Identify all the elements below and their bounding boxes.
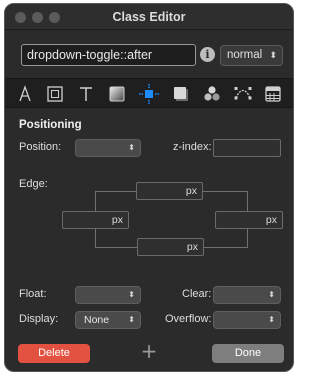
shadow-box-icon[interactable] bbox=[170, 83, 192, 105]
chevron-updown-icon: ⬍ bbox=[268, 290, 275, 299]
overflow-label: Overflow: bbox=[165, 313, 212, 325]
state-select-value: normal bbox=[227, 49, 263, 61]
background-gradient-icon[interactable] bbox=[106, 83, 128, 105]
state-select[interactable]: normal ⬍ bbox=[220, 45, 283, 66]
overflow-select[interactable]: ⬍ bbox=[213, 311, 281, 329]
edge-left-input[interactable]: px bbox=[62, 211, 129, 229]
edge-bottom-input[interactable]: px bbox=[137, 238, 204, 256]
transform-bezier-icon[interactable] bbox=[232, 83, 254, 105]
position-label: Position: bbox=[19, 141, 62, 153]
edge-right-input[interactable]: px bbox=[215, 211, 283, 229]
info-icon[interactable]: i bbox=[200, 47, 215, 62]
zindex-label: z-index: bbox=[173, 141, 212, 153]
typography-tool-icon[interactable] bbox=[14, 83, 36, 105]
title-bar: Class Editor bbox=[5, 4, 293, 30]
float-label: Float: bbox=[19, 288, 47, 300]
position-select[interactable]: ⬍ bbox=[75, 139, 141, 157]
clear-select[interactable]: ⬍ bbox=[213, 286, 281, 304]
section-title: Positioning bbox=[19, 119, 82, 131]
class-editor-window: Class Editor dropdown-toggle::after i no… bbox=[4, 3, 294, 372]
add-plus-icon[interactable]: + bbox=[139, 340, 159, 362]
edge-top-input[interactable]: px bbox=[136, 182, 203, 200]
positioning-crosshair-icon[interactable] bbox=[138, 83, 160, 105]
delete-button[interactable]: Delete bbox=[18, 344, 90, 363]
property-tab-bar bbox=[5, 78, 293, 108]
display-select-value: None bbox=[84, 314, 110, 326]
zindex-input[interactable] bbox=[213, 139, 281, 157]
chevron-updown-icon: ⬍ bbox=[128, 143, 135, 152]
clear-label: Clear: bbox=[182, 288, 212, 300]
class-selector-input[interactable]: dropdown-toggle::after bbox=[21, 44, 196, 66]
float-select[interactable]: ⬍ bbox=[75, 286, 141, 304]
done-button[interactable]: Done bbox=[212, 344, 284, 363]
display-select[interactable]: None ⬍ bbox=[75, 311, 141, 329]
chevron-updown-icon: ⬍ bbox=[268, 315, 275, 324]
border-square-icon[interactable] bbox=[44, 83, 66, 105]
chevron-updown-icon: ⬍ bbox=[128, 315, 135, 324]
window-title: Class Editor bbox=[112, 10, 186, 24]
calculator-table-icon[interactable] bbox=[262, 83, 284, 105]
edge-label: Edge: bbox=[19, 178, 48, 190]
text-t-icon[interactable] bbox=[75, 83, 97, 105]
chevron-updown-icon: ⬍ bbox=[128, 290, 135, 299]
effects-circles-icon[interactable] bbox=[201, 83, 223, 105]
chevron-updown-icon: ⬍ bbox=[269, 50, 277, 60]
display-label: Display: bbox=[19, 313, 59, 325]
